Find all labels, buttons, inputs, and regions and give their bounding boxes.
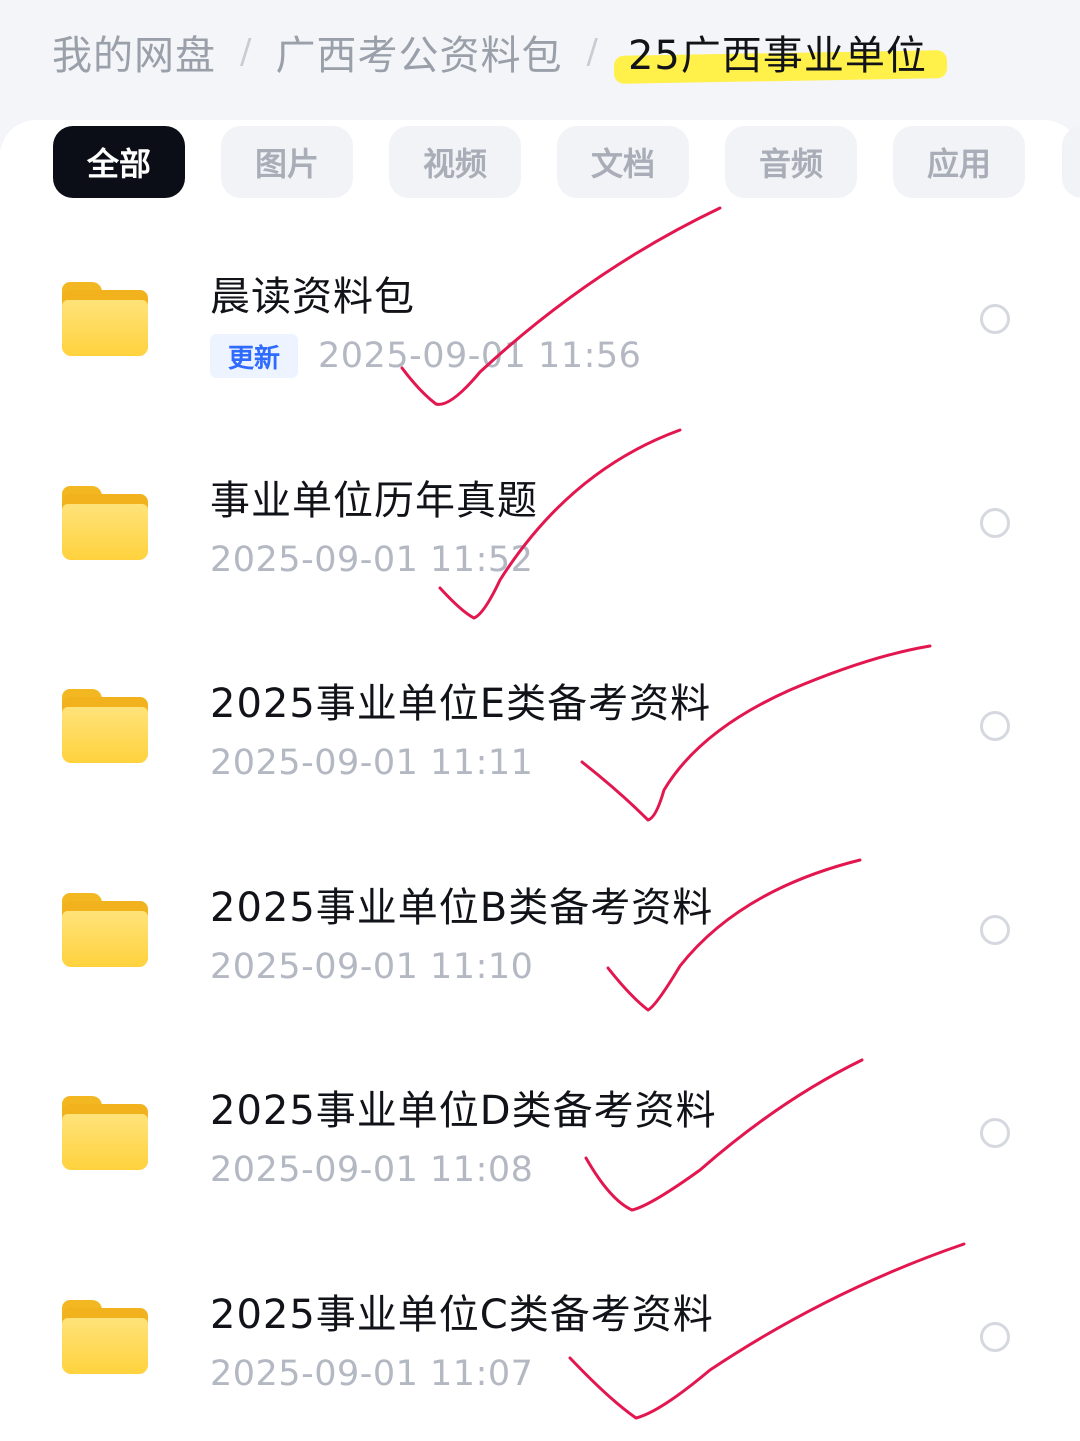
file-time: 2025-09-01 11:10 [210,947,533,987]
update-badge: 更新 [210,334,298,378]
file-meta: 2025-09-01 11:10 [210,945,533,989]
select-radio[interactable] [980,1322,1010,1352]
tab-more-partial[interactable] [1062,126,1080,198]
select-radio[interactable] [980,711,1010,741]
select-radio[interactable] [980,1118,1010,1148]
file-name: 事业单位历年真题 [210,468,538,526]
file-time: 2025-09-01 11:56 [318,336,641,376]
file-row[interactable]: 2025事业单位B类备考资料 2025-09-01 11:10 [0,831,1080,1035]
file-time: 2025-09-01 11:08 [210,1150,533,1190]
filter-tabs: 全部 图片 视频 文档 音频 应用 [53,126,1025,198]
file-row[interactable]: 晨读资料包 更新 2025-09-01 11:56 [0,220,1080,424]
tab-images[interactable]: 图片 [221,126,353,198]
breadcrumb-item-my-drive[interactable]: 我的网盘 [52,23,216,81]
file-row[interactable]: 事业单位历年真题 2025-09-01 11:52 [0,424,1080,628]
tab-videos[interactable]: 视频 [389,126,521,198]
file-name: 2025事业单位E类备考资料 [210,671,711,729]
select-radio[interactable] [980,915,1010,945]
breadcrumb-current: 25广西事业单位 [622,23,933,81]
select-radio[interactable] [980,508,1010,538]
tab-apps[interactable]: 应用 [893,126,1025,198]
file-meta: 2025-09-01 11:08 [210,1148,533,1192]
breadcrumb: 我的网盘 / 广西考公资料包 / 25广西事业单位 [52,22,933,82]
file-meta: 2025-09-01 11:07 [210,1352,533,1396]
file-time: 2025-09-01 11:07 [210,1354,533,1394]
file-row[interactable]: 2025事业单位E类备考资料 2025-09-01 11:11 [0,627,1080,831]
breadcrumb-separator: / [240,32,251,72]
file-time: 2025-09-01 11:52 [210,540,533,580]
tab-audio[interactable]: 音频 [725,126,857,198]
breadcrumb-current-label: 25广西事业单位 [628,33,927,79]
file-meta: 更新 2025-09-01 11:56 [210,334,641,378]
folder-icon [62,1096,148,1172]
file-meta: 2025-09-01 11:52 [210,538,533,582]
file-name: 晨读资料包 [210,264,415,322]
breadcrumb-item-guangxi-pack[interactable]: 广西考公资料包 [275,23,562,81]
tab-all[interactable]: 全部 [53,126,185,198]
file-list: 晨读资料包 更新 2025-09-01 11:56 事业单位历年真题 2025-… [0,220,1080,1441]
file-row[interactable]: 2025事业单位D类备考资料 2025-09-01 11:08 [0,1034,1080,1238]
tab-documents[interactable]: 文档 [557,126,689,198]
folder-icon [62,1300,148,1376]
file-name: 2025事业单位B类备考资料 [210,875,713,933]
folder-icon [62,282,148,358]
select-radio[interactable] [980,304,1010,334]
breadcrumb-separator: / [586,32,597,72]
folder-icon [62,893,148,969]
folder-icon [62,486,148,562]
file-meta: 2025-09-01 11:11 [210,741,533,785]
file-name: 2025事业单位D类备考资料 [210,1078,717,1136]
folder-icon [62,689,148,765]
file-name: 2025事业单位C类备考资料 [210,1282,714,1340]
file-time: 2025-09-01 11:11 [210,743,533,783]
file-row[interactable]: 2025事业单位C类备考资料 2025-09-01 11:07 [0,1238,1080,1441]
